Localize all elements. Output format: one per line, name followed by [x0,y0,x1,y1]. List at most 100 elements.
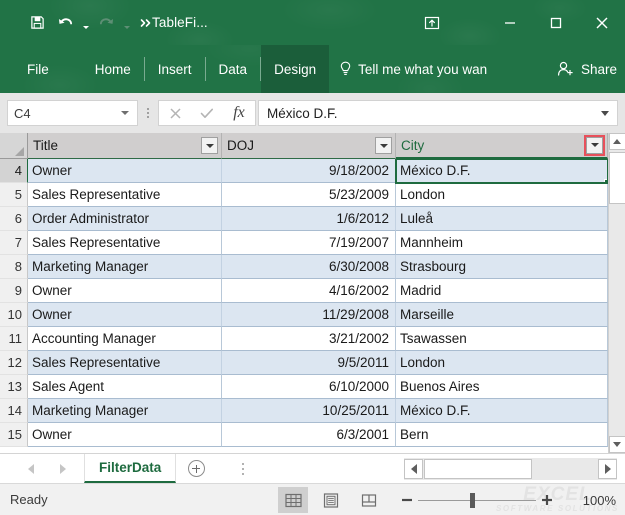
cell-city[interactable]: London [396,183,608,207]
row-header-7[interactable]: 7 [0,231,28,255]
cell-doj[interactable]: 11/29/2008 [222,303,396,327]
table-row[interactable]: 5 Sales Representative 5/23/2009 London [0,183,608,207]
row-header-5[interactable]: 5 [0,183,28,207]
formula-bar-grip[interactable] [140,100,156,126]
scroll-down-icon[interactable] [609,436,625,453]
row-header-12[interactable]: 12 [0,351,28,375]
table-row[interactable]: 11 Accounting Manager 3/21/2002 Tsawasse… [0,327,608,351]
cancel-icon[interactable] [159,101,191,125]
table-row[interactable]: 8 Marketing Manager 6/30/2008 Strasbourg [0,255,608,279]
zoom-slider-track[interactable] [418,487,536,513]
column-header-doj[interactable]: DOJ [222,133,396,159]
cell-doj[interactable]: 9/18/2002 [222,159,396,183]
cell-city[interactable]: Bern [396,423,608,447]
page-break-preview-icon[interactable] [354,487,384,513]
cell-city[interactable]: Tsawassen [396,327,608,351]
filter-button-title[interactable] [201,137,218,154]
fill-handle[interactable] [604,179,608,183]
tab-split-handle[interactable] [234,454,252,483]
cell-city[interactable]: Madrid [396,279,608,303]
cell-title[interactable]: Marketing Manager [28,255,222,279]
normal-view-icon[interactable] [278,487,308,513]
cell-city[interactable]: Mannheim [396,231,608,255]
table-row[interactable]: 9 Owner 4/16/2002 Madrid [0,279,608,303]
cell-title[interactable]: Owner [28,279,222,303]
maximize-icon[interactable] [533,0,579,45]
cell-title[interactable]: Sales Representative [28,231,222,255]
cell-doj[interactable]: 10/25/2011 [222,399,396,423]
vertical-scroll-thumb[interactable] [609,152,625,204]
cell-city[interactable]: México D.F. [396,399,608,423]
next-sheet-icon[interactable] [58,464,68,474]
scroll-right-icon[interactable] [598,459,617,479]
name-box-dropdown-icon[interactable] [121,111,129,115]
cell-title[interactable]: Owner [28,303,222,327]
cell-doj[interactable]: 3/21/2002 [222,327,396,351]
cell-doj[interactable]: 4/16/2002 [222,279,396,303]
cell-title[interactable]: Accounting Manager [28,327,222,351]
column-header-city[interactable]: City [396,133,608,159]
table-row[interactable]: 15 Owner 6/3/2001 Bern [0,423,608,447]
column-header-title[interactable]: Title [28,133,222,159]
cell-title[interactable]: Owner [28,159,222,183]
name-box[interactable]: C4 [7,100,138,126]
row-header-10[interactable]: 10 [0,303,28,327]
cell-title[interactable]: Sales Representative [28,183,222,207]
cell-doj[interactable]: 5/23/2009 [222,183,396,207]
row-header-9[interactable]: 9 [0,279,28,303]
table-row[interactable]: 12 Sales Representative 9/5/2011 London [0,351,608,375]
zoom-in-icon[interactable] [536,487,558,513]
row-header-13[interactable]: 13 [0,375,28,399]
row-header-11[interactable]: 11 [0,327,28,351]
filter-button-city[interactable] [586,137,603,154]
ribbon-display-options-icon[interactable] [409,0,455,45]
cell-city[interactable]: Marseille [396,303,608,327]
undo-dropdown-icon[interactable] [80,8,91,38]
tab-data[interactable]: Data [206,45,261,93]
row-header-8[interactable]: 8 [0,255,28,279]
zoom-level[interactable]: 100% [583,484,616,515]
tell-me-search[interactable]: Tell me what you wan [339,45,487,93]
scroll-left-icon[interactable] [404,459,423,479]
insert-function-icon[interactable]: fx [223,101,255,125]
tab-home[interactable]: Home [82,45,144,93]
formula-expand-icon[interactable] [601,111,609,116]
table-row[interactable]: 14 Marketing Manager 10/25/2011 México D… [0,399,608,423]
select-all-corner[interactable] [0,133,28,159]
formula-input[interactable]: México D.F. [258,100,618,126]
undo-icon[interactable] [52,8,78,38]
add-sheet-button[interactable] [176,454,216,483]
cell-city[interactable]: Strasbourg [396,255,608,279]
row-header-15[interactable]: 15 [0,423,28,447]
row-header-4[interactable]: 4 [0,159,28,183]
cell-title[interactable]: Order Administrator [28,207,222,231]
tab-file[interactable]: File [14,45,62,93]
cell-doj[interactable]: 6/30/2008 [222,255,396,279]
vertical-scroll-track[interactable] [609,150,625,436]
horizontal-scrollbar[interactable] [404,458,617,480]
share-button[interactable]: Share [557,45,617,93]
prev-sheet-icon[interactable] [26,464,36,474]
zoom-out-icon[interactable] [396,487,418,513]
cell-doj[interactable]: 7/19/2007 [222,231,396,255]
filter-button-doj[interactable] [375,137,392,154]
tab-design[interactable]: Design [261,45,329,93]
cell-doj[interactable]: 9/5/2011 [222,351,396,375]
cell-doj[interactable]: 6/3/2001 [222,423,396,447]
tab-insert[interactable]: Insert [145,45,205,93]
cell-city[interactable]: Luleå [396,207,608,231]
page-layout-view-icon[interactable] [316,487,346,513]
table-row[interactable]: 7 Sales Representative 7/19/2007 Mannhei… [0,231,608,255]
table-row[interactable]: 13 Sales Agent 6/10/2000 Buenos Aires [0,375,608,399]
close-icon[interactable] [579,0,625,45]
horizontal-scroll-thumb[interactable] [424,459,532,479]
cell-city[interactable]: London [396,351,608,375]
enter-icon[interactable] [191,101,223,125]
scroll-up-icon[interactable] [609,133,625,150]
cell-city-selected[interactable]: México D.F. [396,159,608,183]
table-row[interactable]: 10 Owner 11/29/2008 Marseille [0,303,608,327]
cell-doj[interactable]: 1/6/2012 [222,207,396,231]
sheet-tab-filterdata[interactable]: FilterData [84,454,176,483]
table-row[interactable]: 4 Owner 9/18/2002 México D.F. [0,159,608,183]
zoom-slider-thumb[interactable] [470,493,475,508]
